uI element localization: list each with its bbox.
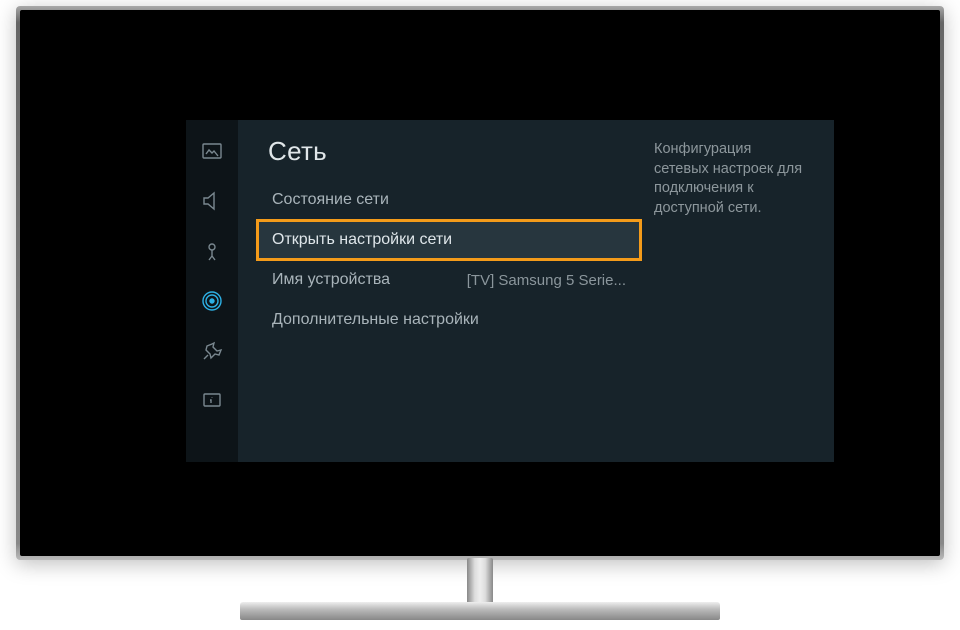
tv-screen: Сеть Состояние сети Открыть настройки се… <box>42 28 918 538</box>
menu-column: Сеть Состояние сети Открыть настройки се… <box>258 136 640 446</box>
menu-item-label: Открыть настройки сети <box>272 231 452 249</box>
menu-item-network-status[interactable]: Состояние сети <box>258 181 640 219</box>
support-icon[interactable] <box>199 388 225 414</box>
settings-panel: Сеть Состояние сети Открыть настройки се… <box>186 120 834 462</box>
menu-item-label: Состояние сети <box>272 191 389 209</box>
network-icon[interactable] <box>199 288 225 314</box>
broadcast-icon[interactable] <box>199 238 225 264</box>
menu-item-advanced-settings[interactable]: Дополнительные настройки <box>258 301 640 339</box>
menu-item-value: [TV] Samsung 5 Serie... <box>467 272 626 289</box>
system-icon[interactable] <box>199 338 225 364</box>
tv-stand-neck <box>467 558 493 606</box>
menu-item-label: Дополнительные настройки <box>272 311 479 329</box>
sound-icon[interactable] <box>199 188 225 214</box>
menu-item-device-name[interactable]: Имя устройства [TV] Samsung 5 Serie... <box>258 261 640 299</box>
section-title: Сеть <box>258 136 640 167</box>
tv-frame: Сеть Состояние сети Открыть настройки се… <box>16 6 944 560</box>
settings-content: Сеть Состояние сети Открыть настройки се… <box>238 120 834 462</box>
picture-icon[interactable] <box>199 138 225 164</box>
menu-item-open-network-settings[interactable]: Открыть настройки сети <box>258 221 640 259</box>
menu-item-label: Имя устройства <box>272 271 390 289</box>
description-text: Конфигурация сетевых настроек для подклю… <box>654 140 810 218</box>
settings-sidebar <box>186 120 238 462</box>
description-column: Конфигурация сетевых настроек для подклю… <box>640 136 810 446</box>
tv-bezel: Сеть Состояние сети Открыть настройки се… <box>20 10 940 556</box>
tv-stand-base <box>240 602 720 620</box>
